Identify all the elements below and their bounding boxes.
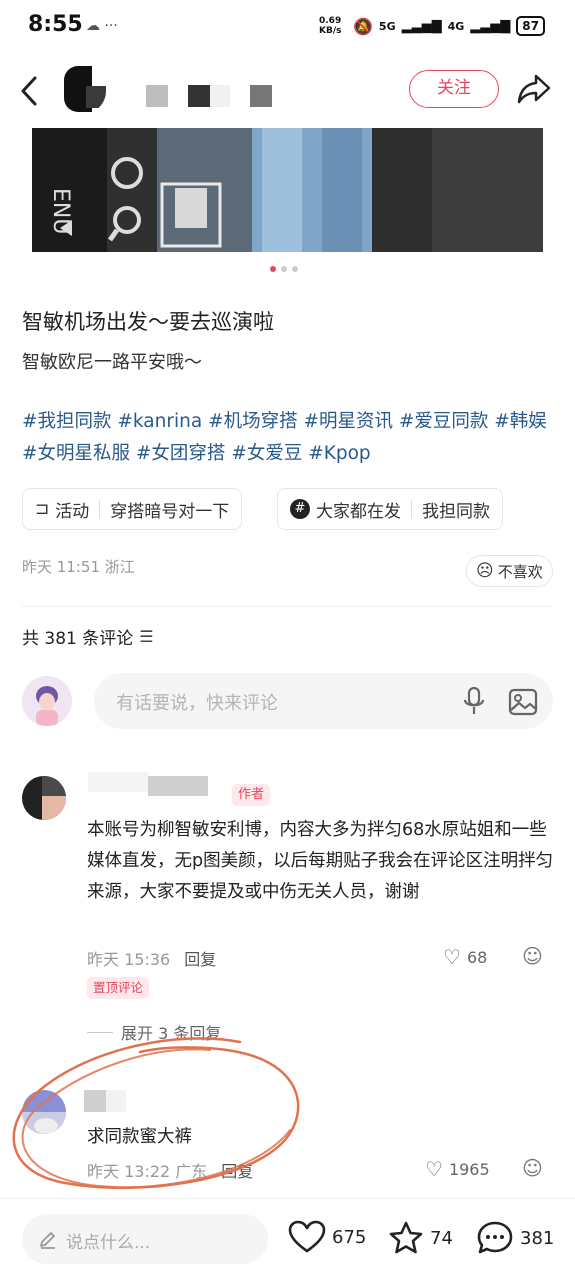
- comment-more-icon[interactable]: ☺: [522, 944, 543, 968]
- image-icon[interactable]: [508, 688, 538, 716]
- post-image[interactable]: ENU: [32, 128, 543, 252]
- heart-icon: ♡: [443, 945, 461, 969]
- sort-icon[interactable]: ☰: [139, 627, 153, 646]
- post-title: 智敏机场出发～要去巡演啦: [22, 310, 274, 334]
- commenter-name-mosaic: [148, 776, 208, 796]
- signal-icon: ▂▃▅▇: [401, 18, 442, 34]
- pinned-badge: 置顶评论: [87, 977, 150, 999]
- tag-link[interactable]: #女爱豆: [231, 443, 302, 464]
- post-image-graphic: ENU: [32, 128, 543, 252]
- commenter-avatar[interactable]: [22, 776, 66, 820]
- activity-chip-value: 穿搭暗号对一下: [110, 501, 230, 522]
- my-avatar-image: [22, 676, 72, 726]
- author-name-mosaic: [250, 85, 272, 107]
- back-icon[interactable]: [18, 74, 40, 108]
- status-icons: 0.69 KB/s 🔕 5G ▂▃▅▇ 4G ▂▃▅▇ 87: [319, 16, 545, 36]
- net-5g-label: 5G: [378, 19, 396, 33]
- commenter-avatar-image: [22, 776, 66, 820]
- collect-count: 74: [430, 1227, 453, 1249]
- activity-chip-label: 活动: [55, 501, 90, 522]
- author-name-mosaic: [188, 85, 210, 107]
- mute-icon: 🔕: [353, 16, 373, 36]
- topic-chip-value: 我担同款: [422, 501, 490, 522]
- dislike-button[interactable]: ☹ 不喜欢: [466, 555, 553, 587]
- author-badge: 作者: [232, 784, 271, 806]
- comment-count-label: 共 381 条评论: [22, 629, 134, 649]
- comment-text: 本账号为柳智敏安利博，内容大多为拌匀68水原站姐和一些媒体直发，无p图美颜，以后…: [87, 820, 554, 902]
- follow-button[interactable]: 关注: [409, 70, 499, 108]
- comment-input-placeholder: 有话要说，快来评论: [116, 693, 278, 714]
- share-icon[interactable]: [516, 72, 552, 106]
- net-4g-label: 4G: [447, 19, 465, 33]
- like-button[interactable]: 675: [288, 1220, 366, 1254]
- post-time-location: 昨天 11:51 浙江: [22, 558, 135, 576]
- like-count: 675: [332, 1226, 367, 1248]
- notification-icon: ☁ ···: [86, 18, 118, 34]
- microphone-icon[interactable]: [462, 686, 486, 716]
- hand-drawn-circle: [12, 1037, 300, 1190]
- hashtag-icon: #: [290, 499, 310, 519]
- tag-link[interactable]: #我担同款: [22, 411, 112, 432]
- author-name-mosaic[interactable]: [146, 85, 168, 107]
- sad-face-icon: ☹: [476, 561, 494, 581]
- carousel-dots: [270, 266, 298, 272]
- dislike-label: 不喜欢: [497, 562, 543, 581]
- comment-bubble-icon: [477, 1221, 513, 1254]
- author-name-mosaic: [210, 85, 230, 107]
- carousel-dot: [281, 266, 287, 272]
- tag-link[interactable]: #女团穿搭: [136, 443, 226, 464]
- author-avatar[interactable]: [60, 64, 106, 114]
- tag-link[interactable]: #明星资讯: [303, 411, 393, 432]
- heart-icon: ♡: [425, 1157, 443, 1181]
- commenter-name-mosaic[interactable]: [88, 772, 148, 792]
- tag-link[interactable]: #韩娱: [494, 411, 547, 432]
- comment-like-count: 68: [466, 947, 488, 967]
- collect-button[interactable]: 74: [388, 1220, 453, 1256]
- battery-icon: 87: [516, 16, 545, 36]
- heart-icon: [288, 1220, 326, 1253]
- network-speed: 0.69 KB/s: [319, 16, 342, 36]
- post-description: 智敏欧尼一路平安哦～: [22, 352, 202, 373]
- tag-link[interactable]: #爱豆同款: [399, 411, 489, 432]
- activity-icon: ⊐: [35, 499, 50, 519]
- tag-link[interactable]: #女明星私服: [22, 443, 130, 464]
- pencil-icon: [40, 1232, 55, 1249]
- status-bar: 8:55 ☁ ··· 0.69 KB/s 🔕 5G ▂▃▅▇ 4G ▂▃▅▇ 8…: [0, 0, 575, 56]
- signal-icon: ▂▃▅▇: [470, 18, 511, 34]
- comment-like-button[interactable]: ♡ 1965: [425, 1157, 490, 1181]
- comment-like-button[interactable]: ♡ 68: [443, 945, 487, 969]
- my-avatar: [22, 676, 72, 726]
- tag-link[interactable]: #kanrina: [117, 411, 202, 432]
- reply-button[interactable]: 回复: [184, 946, 216, 970]
- tag-link[interactable]: #机场穿搭: [208, 411, 298, 432]
- comment-like-count: 1965: [448, 1159, 490, 1179]
- topic-chip[interactable]: # 大家都在发 我担同款: [277, 488, 503, 530]
- comment-meta: 昨天 15:36 回复: [87, 946, 216, 970]
- activity-chip[interactable]: ⊐ 活动 穿搭暗号对一下: [22, 488, 243, 530]
- post-tags: #我担同款 #kanrina #机场穿搭 #明星资讯 #爱豆同款 #韩娱 #女明…: [22, 406, 557, 470]
- topic-chip-label: 大家都在发: [316, 501, 401, 522]
- comment-count-bottom: 381: [520, 1227, 555, 1249]
- tag-link[interactable]: #Kpop: [308, 443, 370, 464]
- carousel-dot-active: [270, 266, 276, 272]
- divider: [22, 606, 553, 607]
- say-something-placeholder: 说点什么...: [66, 1233, 151, 1253]
- status-time: 8:55: [28, 12, 83, 37]
- comment-time: 昨天 15:36: [87, 950, 171, 969]
- carousel-dot: [292, 266, 298, 272]
- comment-more-icon[interactable]: ☺: [522, 1156, 543, 1180]
- comment-button[interactable]: 381: [476, 1220, 554, 1256]
- comment-count[interactable]: 共 381 条评论 ☰: [22, 624, 154, 649]
- star-icon: [389, 1221, 423, 1254]
